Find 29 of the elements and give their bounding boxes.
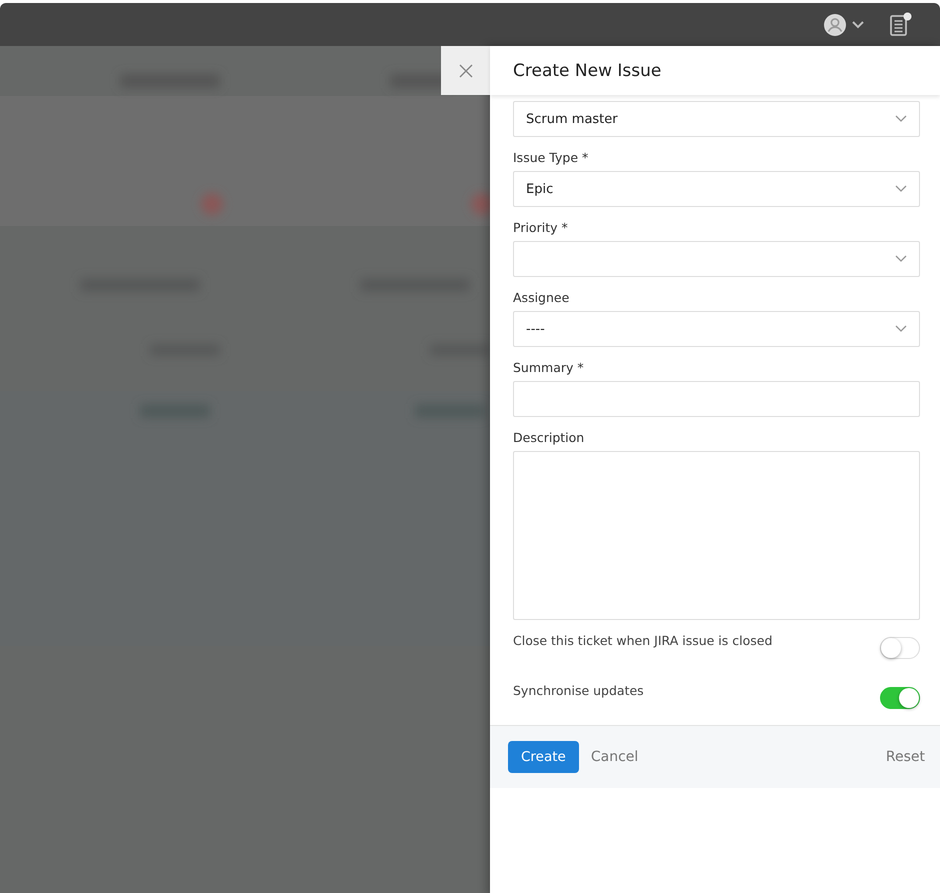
toggle-switch[interactable] (880, 687, 920, 709)
close-button[interactable] (441, 46, 490, 95)
dropdown-field[interactable]: Scrum master (513, 101, 920, 137)
chevron-down-icon (895, 325, 907, 333)
chevron-down-icon (895, 185, 907, 193)
chevron-down-icon (895, 255, 907, 263)
create-button[interactable]: Create (508, 741, 579, 773)
field-label: Summary * (513, 359, 585, 377)
panel-title: Create New Issue (513, 60, 662, 80)
toggle-label: Close this ticket when JIRA issue is closed (513, 633, 772, 648)
field-label: Assignee (513, 289, 570, 307)
field-label: Issue Type * (513, 149, 590, 167)
close-icon (458, 64, 472, 78)
chevron-down-icon (852, 20, 864, 28)
textarea-field[interactable] (513, 451, 920, 620)
cancel-button[interactable]: Cancel (590, 749, 638, 765)
dropdown-field[interactable] (513, 241, 920, 277)
input-field[interactable] (513, 381, 920, 417)
toggle-label: Synchronise updates (513, 683, 644, 698)
chevron-down-icon (895, 115, 907, 123)
dropdown-field[interactable]: Epic (513, 171, 920, 207)
toggle-switch[interactable] (880, 637, 920, 659)
field-label: Priority * (513, 219, 569, 237)
user-menu[interactable] (824, 14, 864, 36)
notes-icon[interactable] (888, 12, 912, 38)
reset-button[interactable]: Reset (886, 749, 925, 765)
user-avatar-icon (824, 14, 846, 36)
dropdown-field[interactable]: ---- (513, 311, 920, 347)
field-label: Description (513, 429, 586, 447)
